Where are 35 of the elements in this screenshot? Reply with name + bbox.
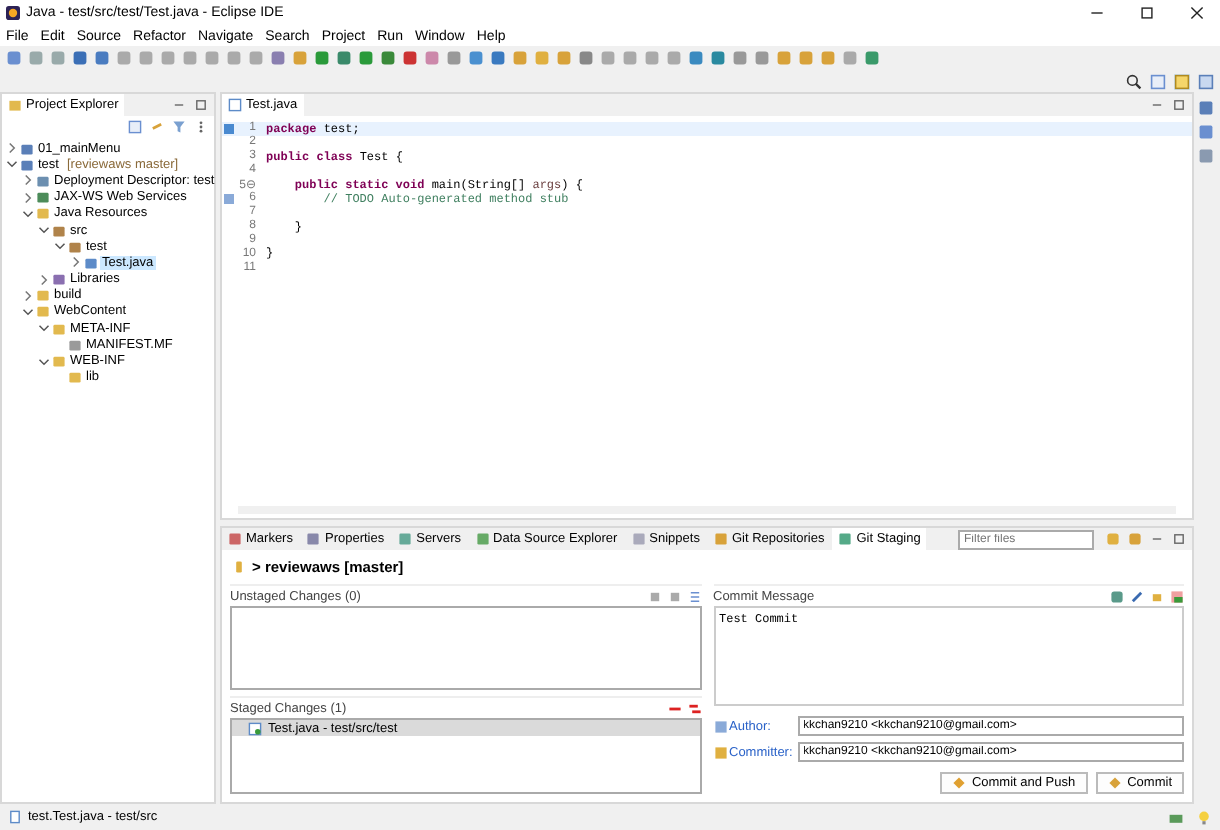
java-file-icon	[228, 98, 242, 112]
minimize-icon[interactable]	[172, 98, 186, 112]
toolbar-icon[interactable]	[687, 589, 701, 603]
minimize-icon[interactable]	[1150, 98, 1164, 112]
unstage-all-icon[interactable]	[687, 701, 701, 715]
file-icon	[8, 810, 22, 824]
close-icon[interactable]	[1190, 6, 1204, 20]
maximize-icon[interactable]	[1172, 532, 1186, 546]
view-icon	[306, 532, 321, 546]
task-icon	[224, 193, 234, 204]
view-icon	[631, 532, 646, 546]
view-icon	[398, 532, 413, 546]
java-file-icon	[248, 721, 262, 735]
view-icon	[475, 532, 490, 546]
folder-icon	[8, 98, 22, 112]
maximize-icon[interactable]	[194, 98, 208, 112]
collapse-icon[interactable]	[128, 120, 142, 134]
link-icon[interactable]	[150, 120, 164, 134]
menu-icon[interactable]	[194, 120, 208, 134]
maximize-icon[interactable]	[1172, 98, 1186, 112]
status-icon	[1168, 809, 1184, 825]
app-icon	[6, 6, 20, 20]
view-icon	[713, 532, 728, 546]
diamond-icon	[951, 776, 966, 790]
view-icon	[838, 532, 853, 546]
minimize-icon[interactable]	[1150, 532, 1164, 546]
diamond-icon	[1107, 776, 1122, 790]
filter-icon[interactable]	[172, 120, 186, 134]
minimize-icon[interactable]	[1090, 6, 1104, 20]
file-list[interactable]	[230, 606, 701, 690]
search-icon[interactable]	[1126, 73, 1142, 89]
maximize-icon[interactable]	[1140, 6, 1154, 20]
lightbulb-icon	[1196, 809, 1212, 825]
bookmark-icon	[224, 123, 234, 134]
view-icon	[228, 532, 242, 546]
